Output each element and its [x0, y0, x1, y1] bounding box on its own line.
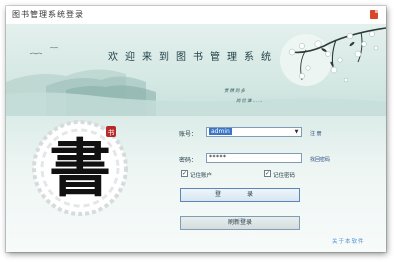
close-icon[interactable] [370, 10, 378, 19]
poem-line-2: 尚俭谁…… [236, 99, 264, 104]
retrieve-password-link[interactable]: 找回密码 [310, 156, 330, 163]
password-label: 密码： [179, 157, 198, 164]
about-link[interactable]: 关于本软件 [332, 237, 365, 245]
chevron-down-icon[interactable]: ▼ [293, 129, 300, 135]
account-label: 账号： [179, 131, 198, 138]
book-glyph-icon: 書 书 [32, 120, 128, 216]
svg-text:書: 書 [49, 132, 111, 205]
login-button[interactable]: 登 录 [180, 188, 300, 202]
landscape-illustration [6, 27, 386, 116]
login-window: 图书管理系统登录 欢迎来到图书管理系统 贵精则多 尚俭谁…… 書 书 账号： a… [6, 6, 386, 252]
account-combobox[interactable]: admin ▼ [206, 127, 302, 137]
calligraphy-logo: 書 书 [32, 120, 128, 216]
password-field[interactable]: ***** [206, 153, 302, 163]
welcome-heading: 欢迎来到图书管理系统 [108, 52, 278, 63]
remember-password-checkbox[interactable]: ✓ [264, 170, 271, 177]
remember-account-checkbox[interactable]: ✓ [181, 170, 188, 177]
svg-text:书: 书 [108, 128, 115, 137]
title-bar: 图书管理系统登录 [6, 6, 386, 24]
poem-line-1: 贵精则多 [224, 89, 246, 94]
refresh-login-button[interactable]: 刷新登录 [180, 216, 300, 230]
account-value: admin [209, 128, 232, 135]
register-link[interactable]: 注 册 [310, 130, 322, 137]
banner: 欢迎来到图书管理系统 [6, 24, 386, 116]
remember-password-label: 记住密码 [273, 173, 296, 179]
remember-account-label: 记住账户 [190, 173, 213, 179]
window-title: 图书管理系统登录 [12, 10, 84, 19]
